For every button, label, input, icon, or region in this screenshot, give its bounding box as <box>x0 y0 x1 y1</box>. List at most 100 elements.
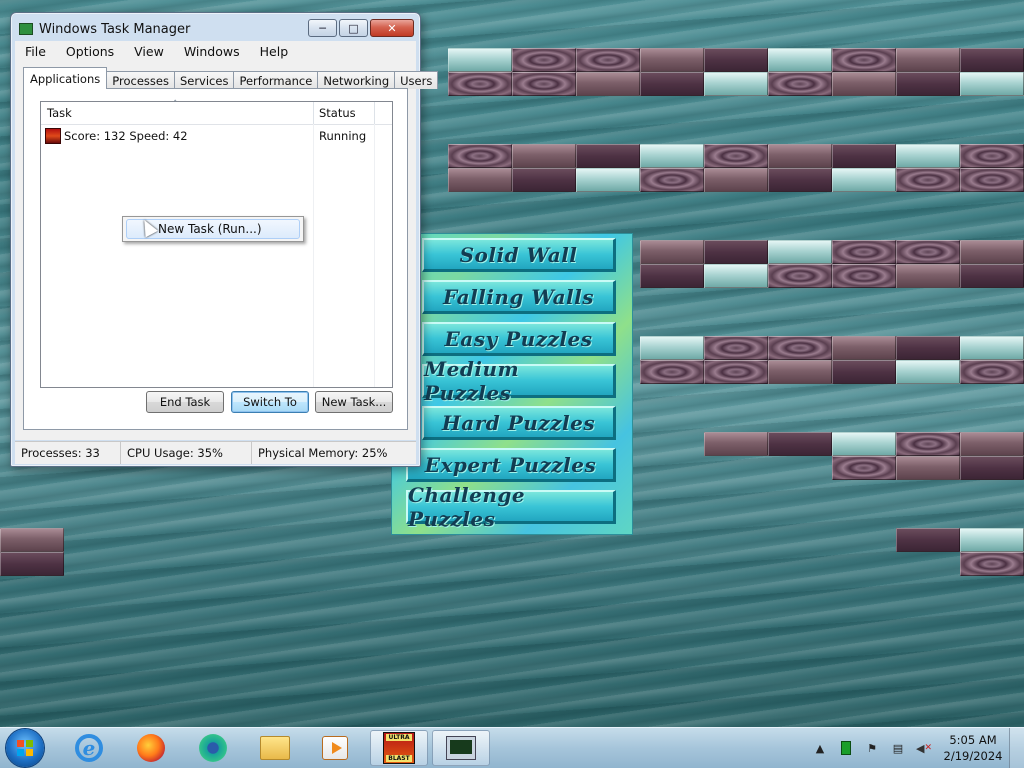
ultra-blaster-game-icon: ULTRA BLAST <box>383 732 415 764</box>
game-brick <box>960 336 1024 360</box>
edge-chromium-icon <box>199 734 227 762</box>
game-brick <box>832 336 896 360</box>
tab-applications[interactable]: Applications <box>23 67 108 89</box>
game-brick <box>960 552 1024 576</box>
menu-solid-wall-button[interactable]: Solid Wall <box>422 238 616 272</box>
network-activity-icon[interactable] <box>838 741 854 755</box>
action-center-flag-icon[interactable]: ⚑ <box>864 741 880 755</box>
internet-explorer-button[interactable]: e <box>62 730 116 766</box>
game-brick <box>704 72 768 96</box>
game-brick <box>960 432 1024 456</box>
menu-falling-walls-button[interactable]: Falling Walls <box>422 280 616 314</box>
game-brick <box>960 168 1024 192</box>
show-hidden-icons-arrow[interactable]: ▲ <box>812 741 828 755</box>
start-button[interactable] <box>6 729 44 767</box>
task-list[interactable]: ˆ Task Status Score: 132 Speed: 42 Runni… <box>40 100 393 388</box>
ultra-blaster-game-taskbar-button[interactable]: ULTRA BLAST <box>370 730 428 766</box>
task-manager-taskbar-icon <box>446 736 476 760</box>
game-brick <box>832 144 896 168</box>
maximize-button[interactable]: □ <box>339 19 368 37</box>
system-tray: ▲ ⚑ ▤ ◀ ✕ 5:05 AM 2/19/2024 <box>807 728 1024 768</box>
game-brick <box>896 72 960 96</box>
menu-hard-puzzles-button[interactable]: Hard Puzzles <box>422 406 616 440</box>
task-manager-taskbar-button[interactable] <box>432 730 490 766</box>
game-brick <box>768 360 832 384</box>
tab-performance[interactable]: Performance <box>233 71 319 89</box>
column-header-task[interactable]: Task <box>41 102 313 124</box>
clock-date: 2/19/2024 <box>943 749 1003 763</box>
game-brick <box>768 72 832 96</box>
game-brick <box>640 336 704 360</box>
file-explorer-icon <box>260 736 290 760</box>
menu-medium-puzzles-button[interactable]: Medium Puzzles <box>422 357 616 405</box>
menu-view[interactable]: View <box>124 44 174 59</box>
game-brick <box>640 72 704 96</box>
game-brick <box>768 336 832 360</box>
maximize-icon: □ <box>348 21 359 35</box>
menu-windows[interactable]: Windows <box>174 44 250 59</box>
game-brick <box>704 264 768 288</box>
media-player-icon <box>322 736 348 760</box>
menu-challenge-puzzles-button[interactable]: Challenge Puzzles <box>406 483 616 531</box>
game-brick <box>640 144 704 168</box>
minimize-button[interactable]: ─ <box>308 19 337 37</box>
game-brick <box>960 264 1024 288</box>
game-brick <box>832 360 896 384</box>
game-brick <box>896 240 960 264</box>
column-header-status[interactable]: Status <box>313 102 375 124</box>
close-button[interactable]: ✕ <box>370 19 414 37</box>
task-status: Running <box>319 129 367 143</box>
file-explorer-button[interactable] <box>248 730 302 766</box>
tab-networking[interactable]: Networking <box>317 71 396 89</box>
game-brick <box>960 144 1024 168</box>
game-brick <box>832 168 896 192</box>
title-bar[interactable]: Windows Task Manager <box>19 16 190 42</box>
game-brick <box>768 240 832 264</box>
media-player-button[interactable] <box>308 730 362 766</box>
network-icon[interactable]: ▤ <box>890 741 906 755</box>
clock[interactable]: 5:05 AM 2/19/2024 <box>937 732 1009 764</box>
task-manager-window: Windows Task Manager ─ □ ✕ File Options … <box>10 12 439 467</box>
game-brick <box>512 144 576 168</box>
applications-tab-page: ˆ Task Status Score: 132 Speed: 42 Runni… <box>23 88 408 430</box>
end-task-button[interactable]: End Task <box>146 391 224 413</box>
game-app-icon <box>45 128 61 144</box>
tab-services[interactable]: Services <box>173 71 235 89</box>
game-brick <box>448 48 512 72</box>
menu-expert-puzzles-button[interactable]: Expert Puzzles <box>406 448 616 482</box>
menu-easy-puzzles-button[interactable]: Easy Puzzles <box>422 322 616 356</box>
game-brick <box>768 432 832 456</box>
volume-muted-icon[interactable]: ◀ ✕ <box>916 741 932 755</box>
tab-users[interactable]: Users <box>394 71 439 89</box>
game-brick <box>448 72 512 96</box>
game-brick <box>960 528 1024 552</box>
game-brick <box>576 48 640 72</box>
status-processes: Processes: 33 <box>15 442 121 464</box>
game-brick <box>512 168 576 192</box>
game-brick <box>832 456 896 480</box>
menu-help[interactable]: Help <box>250 44 299 59</box>
task-name: Score: 132 Speed: 42 <box>64 129 188 143</box>
edge-chromium-button[interactable] <box>186 730 240 766</box>
game-brick <box>704 144 768 168</box>
new-task-button[interactable]: New Task... <box>315 391 393 413</box>
game-brick <box>704 360 768 384</box>
firefox-button[interactable] <box>124 730 178 766</box>
game-brick <box>896 168 960 192</box>
game-brick <box>640 264 704 288</box>
menu-options[interactable]: Options <box>56 44 124 59</box>
game-brick <box>832 72 896 96</box>
table-row[interactable]: Score: 132 Speed: 42 <box>45 127 188 145</box>
game-brick <box>832 432 896 456</box>
game-brick <box>960 360 1024 384</box>
game-brick <box>896 456 960 480</box>
show-desktop-button[interactable] <box>1009 728 1024 768</box>
game-brick <box>768 144 832 168</box>
game-brick <box>960 456 1024 480</box>
tab-processes[interactable]: Processes <box>106 71 175 89</box>
game-brick <box>896 48 960 72</box>
switch-to-button[interactable]: Switch To <box>231 391 309 413</box>
game-brick <box>704 336 768 360</box>
menu-file[interactable]: File <box>15 44 56 59</box>
game-brick <box>0 552 64 576</box>
